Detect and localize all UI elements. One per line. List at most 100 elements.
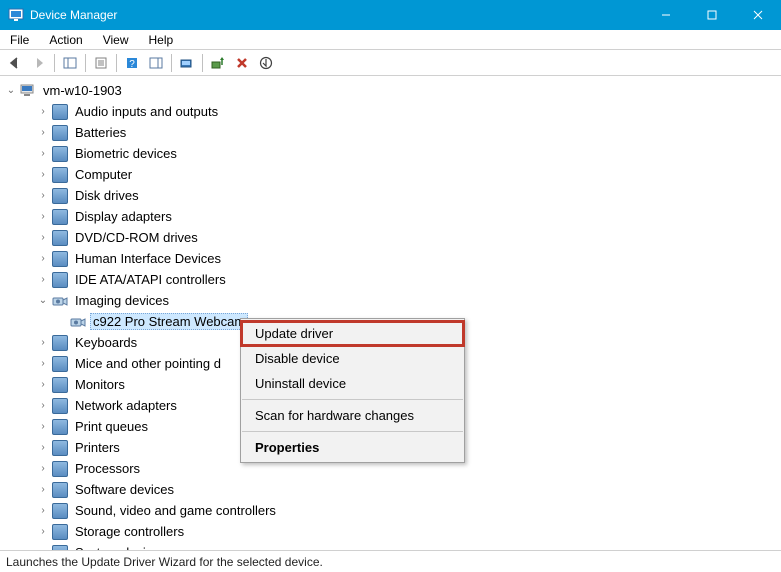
category-row[interactable]: › IDE ATA/ATAPI controllers — [0, 269, 781, 290]
device-tree[interactable]: ⌄ vm-w10-1903 › Audio inputs and outputs › Ba… — [0, 76, 781, 550]
category-row[interactable]: › Disk drives — [0, 185, 781, 206]
toolbar-separator — [54, 54, 55, 72]
help-button[interactable]: ? — [121, 52, 143, 74]
category-row[interactable]: › Software devices — [0, 479, 781, 500]
category-label: IDE ATA/ATAPI controllers — [72, 271, 229, 288]
category-row[interactable]: › Computer — [0, 164, 781, 185]
category-label: Network adapters — [72, 397, 180, 414]
chevron-right-icon[interactable]: › — [36, 273, 50, 287]
window-title: Device Manager — [30, 8, 643, 22]
category-label: Biometric devices — [72, 145, 180, 162]
menubar: File Action View Help — [0, 30, 781, 50]
root-label: vm-w10-1903 — [40, 82, 125, 99]
chevron-down-icon[interactable]: ⌄ — [4, 84, 18, 98]
context-menu-item[interactable]: Uninstall device — [241, 371, 464, 396]
menu-action[interactable]: Action — [39, 31, 92, 49]
tree-root[interactable]: ⌄ vm-w10-1903 — [0, 80, 781, 101]
category-label: Audio inputs and outputs — [72, 103, 221, 120]
menu-help[interactable]: Help — [139, 31, 184, 49]
category-label: Mice and other pointing d — [72, 355, 224, 372]
chevron-right-icon[interactable]: › — [36, 399, 50, 413]
svg-text:?: ? — [129, 59, 135, 70]
maximize-button[interactable] — [689, 0, 735, 30]
menu-view[interactable]: View — [93, 31, 139, 49]
chevron-down-icon[interactable]: ⌄ — [36, 294, 50, 308]
category-label: Processors — [72, 460, 143, 477]
category-label: Printers — [72, 439, 123, 456]
update-driver-button[interactable] — [207, 52, 229, 74]
titlebar: Device Manager — [0, 0, 781, 30]
category-label: DVD/CD-ROM drives — [72, 229, 201, 246]
category-row[interactable]: › DVD/CD-ROM drives — [0, 227, 781, 248]
disable-device-button[interactable] — [255, 52, 277, 74]
chevron-right-icon[interactable]: › — [36, 105, 50, 119]
window-controls — [643, 0, 781, 30]
category-label: System devices — [72, 544, 169, 550]
category-row[interactable]: › Sound, video and game controllers — [0, 500, 781, 521]
category-label: Display adapters — [72, 208, 175, 225]
category-label: Monitors — [72, 376, 128, 393]
context-menu: Update driverDisable deviceUninstall dev… — [240, 318, 465, 463]
category-row[interactable]: › Biometric devices — [0, 143, 781, 164]
toolbar-separator — [85, 54, 86, 72]
toolbar-separator — [171, 54, 172, 72]
uninstall-device-button[interactable] — [231, 52, 253, 74]
toolbar-separator — [202, 54, 203, 72]
category-row[interactable]: › Batteries — [0, 122, 781, 143]
category-label: Batteries — [72, 124, 129, 141]
chevron-right-icon[interactable]: › — [36, 168, 50, 182]
chevron-right-icon[interactable]: › — [36, 378, 50, 392]
chevron-right-icon[interactable]: › — [36, 210, 50, 224]
chevron-right-icon[interactable]: › — [36, 126, 50, 140]
category-label: Print queues — [72, 418, 151, 435]
context-menu-item[interactable]: Scan for hardware changes — [241, 403, 464, 428]
context-menu-separator — [242, 399, 463, 400]
chevron-right-icon[interactable]: › — [36, 441, 50, 455]
minimize-button[interactable] — [643, 0, 689, 30]
close-button[interactable] — [735, 0, 781, 30]
chevron-right-icon[interactable]: › — [36, 525, 50, 539]
category-row[interactable]: › Display adapters — [0, 206, 781, 227]
chevron-right-icon[interactable]: › — [36, 546, 50, 551]
client-area: ⌄ vm-w10-1903 › Audio inputs and outputs › Ba… — [0, 76, 781, 550]
back-button[interactable] — [4, 52, 26, 74]
action-pane-button[interactable] — [145, 52, 167, 74]
category-label: Imaging devices — [72, 292, 172, 309]
category-label: Sound, video and game controllers — [72, 502, 279, 519]
chevron-right-icon[interactable]: › — [36, 189, 50, 203]
chevron-right-icon[interactable]: › — [36, 147, 50, 161]
chevron-right-icon[interactable]: › — [36, 462, 50, 476]
category-row[interactable]: ⌄ Imaging devices — [0, 290, 781, 311]
toolbar-separator — [116, 54, 117, 72]
category-row[interactable]: › System devices — [0, 542, 781, 550]
menu-file[interactable]: File — [0, 31, 39, 49]
app-icon — [8, 7, 24, 23]
chevron-right-icon[interactable]: › — [36, 231, 50, 245]
properties-button[interactable] — [90, 52, 112, 74]
device-label: c922 Pro Stream Webcam — [90, 313, 248, 330]
chevron-right-icon[interactable]: › — [36, 504, 50, 518]
chevron-right-icon[interactable]: › — [36, 336, 50, 350]
chevron-right-icon[interactable]: › — [36, 357, 50, 371]
toolbar: ? — [0, 50, 781, 76]
category-label: Storage controllers — [72, 523, 187, 540]
statusbar: Launches the Update Driver Wizard for th… — [0, 550, 781, 572]
context-menu-item[interactable]: Disable device — [241, 346, 464, 371]
category-label: Computer — [72, 166, 135, 183]
category-label: Software devices — [72, 481, 177, 498]
category-row[interactable]: ›Human Interface Devices — [0, 248, 781, 269]
show-hide-console-tree-button[interactable] — [59, 52, 81, 74]
category-row[interactable]: › Storage controllers — [0, 521, 781, 542]
context-menu-item[interactable]: Properties — [241, 435, 464, 460]
context-menu-separator — [242, 431, 463, 432]
context-menu-item[interactable]: Update driver — [241, 321, 464, 346]
category-row[interactable]: › Audio inputs and outputs — [0, 101, 781, 122]
chevron-right-icon[interactable]: › — [36, 420, 50, 434]
scan-hardware-button[interactable] — [176, 52, 198, 74]
category-label: Disk drives — [72, 187, 142, 204]
chevron-right-icon[interactable]: › — [36, 252, 50, 266]
category-label: Keyboards — [72, 334, 140, 351]
chevron-right-icon[interactable]: › — [36, 483, 50, 497]
statusbar-text: Launches the Update Driver Wizard for th… — [6, 555, 323, 569]
forward-button[interactable] — [28, 52, 50, 74]
